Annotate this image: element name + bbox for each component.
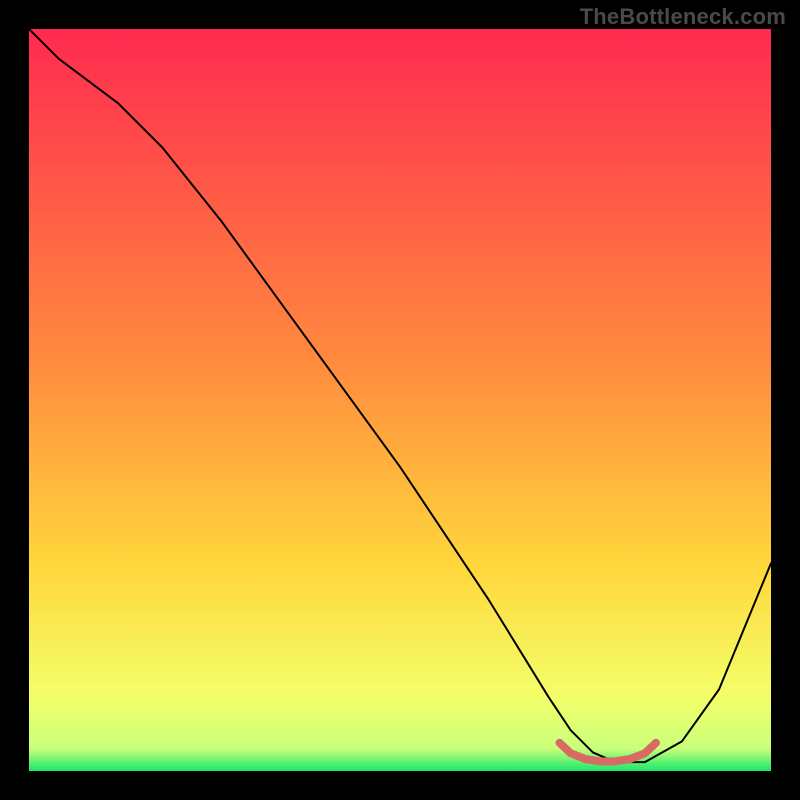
gradient-background [29, 29, 771, 771]
chart-svg [29, 29, 771, 771]
chart-frame: TheBottleneck.com [0, 0, 800, 800]
plot-area [29, 29, 771, 771]
watermark-label: TheBottleneck.com [580, 4, 786, 30]
